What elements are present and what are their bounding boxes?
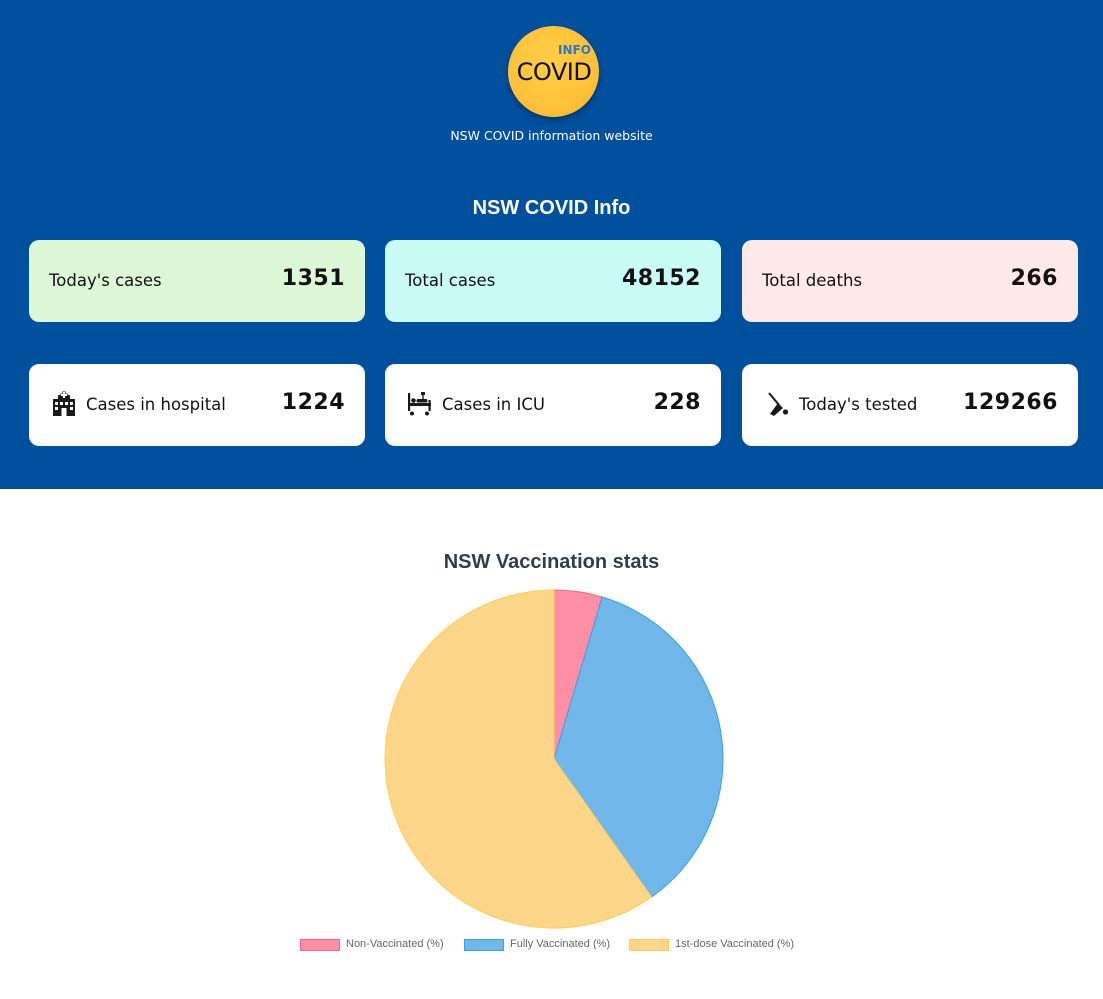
stat-card-total-deaths: Total deaths 266 [742,240,1078,322]
vaccination-section-title: NSW Vaccination stats [443,551,660,573]
stat-value: 1224 [281,390,345,415]
stat-label: Today's cases [49,271,162,290]
stat-label: Cases in hospital [86,395,226,414]
hospital-icon [51,391,77,417]
chart-legend: Non-Vaccinated (%) Fully Vaccinated (%) … [0,937,1103,953]
covid-info-logo[interactable]: INFO COVID [508,26,599,117]
stat-card-cases-in-hospital: Cases in hospital 1224 [29,364,365,446]
stat-card-cases-in-icu: Cases in ICU 228 [385,364,721,446]
stat-label: Cases in ICU [442,395,545,414]
stat-label: Today's tested [799,395,918,414]
info-section-title: NSW COVID Info [472,197,631,219]
stat-card-todays-cases: Today's cases 1351 [29,240,365,322]
site-tagline: NSW COVID information website [450,128,653,143]
stat-value: 48152 [621,266,701,291]
stat-value: 266 [1010,266,1058,291]
stat-card-todays-tested: Today's tested 129266 [742,364,1078,446]
stat-label: Total deaths [762,271,863,290]
stat-card-total-cases: Total cases 48152 [385,240,721,322]
hospital-bed-icon [407,391,433,417]
logo-info-text: INFO [558,43,591,57]
logo-covid-text: COVID [516,58,592,86]
legend-label: 1st-dose Vaccinated (%) [675,938,795,950]
vaccination-pie-chart[interactable] [380,585,728,933]
stat-label: Total cases [405,271,496,290]
legend-label: Non-Vaccinated (%) [346,938,444,950]
stat-value: 129266 [963,390,1058,415]
legend-label: Fully Vaccinated (%) [510,938,611,950]
header-banner: INFO COVID NSW COVID information website… [0,0,1103,489]
stat-value: 1351 [281,266,345,291]
legend-swatch [464,939,504,951]
stat-value: 228 [653,390,701,415]
legend-swatch [300,939,340,951]
legend-swatch [629,939,669,951]
test-swab-icon [764,391,790,417]
